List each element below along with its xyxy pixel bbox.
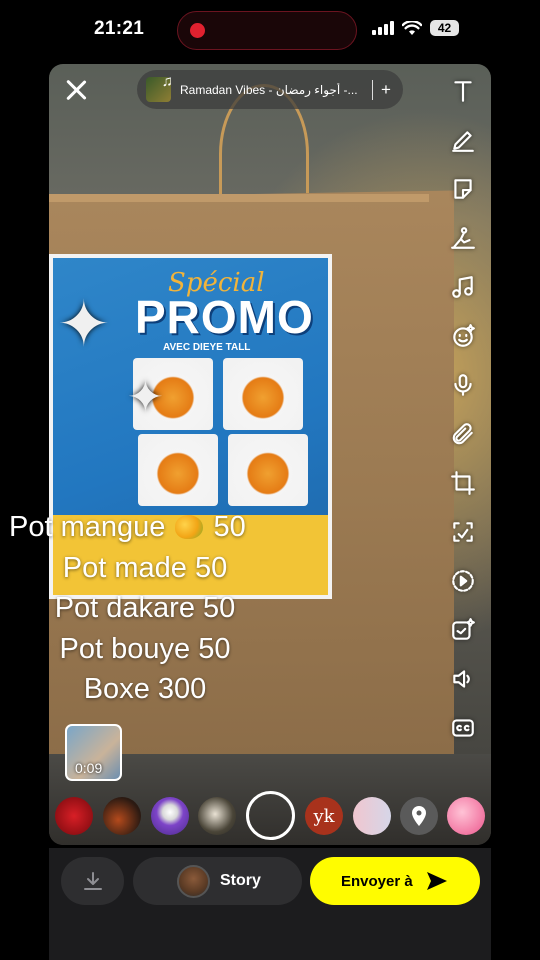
flyer-food-image (223, 358, 303, 430)
caption-line-3: Pot dakare 50 (54, 592, 236, 624)
avatar (177, 864, 210, 898)
lens-item[interactable] (353, 797, 391, 835)
lens-tool[interactable] (444, 319, 482, 353)
flyer-avec-text: AVEC DIEYE TALL (163, 342, 251, 353)
music-icon (452, 276, 473, 298)
captions-icon (452, 719, 474, 737)
flyer-food-image (138, 434, 218, 506)
ai-sticker-icon (452, 618, 475, 640)
crop-tool[interactable] (444, 466, 482, 500)
speed-tool[interactable] (444, 564, 482, 598)
text-tool[interactable] (444, 74, 482, 108)
paper-bag-rim (49, 194, 429, 202)
microphone-icon (454, 374, 472, 396)
send-label: Envoyer à (341, 872, 413, 890)
mango-emoji-icon (175, 515, 204, 539)
music-tool[interactable] (444, 270, 482, 304)
draw-tool[interactable] (444, 123, 482, 157)
sparkle-sticker-icon[interactable]: ✦ (127, 376, 164, 420)
lens-item[interactable] (198, 797, 236, 835)
story-label: Story (220, 872, 261, 889)
download-button[interactable] (61, 857, 124, 905)
flyer-food-image (228, 434, 308, 506)
lens-yk-label: yk (313, 805, 335, 827)
send-to-button[interactable]: Envoyer à (310, 857, 480, 905)
lens-item-location[interactable] (400, 797, 438, 835)
caption-line-1: Pot mangue 50 (0, 507, 290, 548)
dynamic-island-recording (177, 11, 357, 50)
lens-item[interactable] (103, 797, 141, 835)
scissors-icon (451, 227, 475, 249)
lens-item[interactable] (151, 797, 189, 835)
caption-line-5: Boxe 300 (83, 673, 207, 705)
close-icon[interactable] (62, 76, 90, 104)
status-time: 21:21 (94, 18, 145, 39)
sticker-icon (454, 179, 472, 199)
flyer-promo-text: PROMO (135, 291, 314, 343)
divider (372, 79, 373, 100)
battery-icon: 42 (430, 20, 459, 36)
signal-icon (372, 21, 394, 35)
recording-dot-icon (190, 23, 205, 38)
sparkle-sticker-icon[interactable]: ✦ (57, 292, 111, 356)
music-thumbnail: ♫ (146, 73, 173, 102)
music-note-icon: ♫ (161, 73, 173, 90)
caption-line-4: Pot bouye 50 (59, 632, 231, 665)
location-pin-icon (412, 806, 426, 826)
music-title: Ramadan Vibes - أجواء رمضان -... (180, 82, 358, 97)
caption-line-1-text: Pot mangue (9, 511, 166, 543)
download-icon (83, 872, 102, 890)
attachment-tool[interactable] (444, 417, 482, 451)
magic-tool[interactable] (444, 515, 482, 549)
music-track-pill[interactable]: ♫ Ramadan Vibes - أجواء رمضان -... + (137, 70, 403, 109)
add-music-button[interactable]: + (381, 80, 391, 100)
speed-icon (452, 570, 474, 592)
pencil-icon (452, 131, 474, 152)
lens-icon (453, 324, 475, 347)
text-icon (454, 81, 472, 102)
wifi-icon (402, 20, 422, 35)
paperclip-icon (452, 423, 473, 445)
caption-line-1-price: 50 (213, 511, 246, 543)
scissors-tool[interactable] (444, 221, 482, 255)
capture-button[interactable] (246, 791, 295, 840)
magic-icon (453, 522, 473, 542)
voice-tool[interactable] (444, 368, 482, 402)
ai-sticker-tool[interactable] (444, 613, 482, 647)
story-button[interactable]: Story (133, 857, 302, 905)
volume-tool[interactable] (444, 662, 482, 696)
clip-thumbnail[interactable]: 0:09 (65, 724, 122, 781)
lens-item-yk[interactable]: yk (305, 797, 343, 835)
lens-item[interactable] (55, 797, 93, 835)
send-arrow-icon (426, 872, 447, 890)
caption-text[interactable]: Pot mangue 50 Pot made 50 Pot dakare 50 … (0, 507, 290, 710)
status-icons: 42 (372, 20, 459, 36)
sticker-tool[interactable] (444, 172, 482, 206)
crop-icon (451, 471, 475, 495)
status-bar: 21:21 42 (0, 0, 540, 62)
captions-tool[interactable] (444, 711, 482, 745)
volume-icon (453, 670, 470, 688)
caption-line-2: Pot made 50 (62, 551, 228, 584)
lens-item[interactable] (447, 797, 485, 835)
clip-duration: 0:09 (75, 760, 103, 776)
